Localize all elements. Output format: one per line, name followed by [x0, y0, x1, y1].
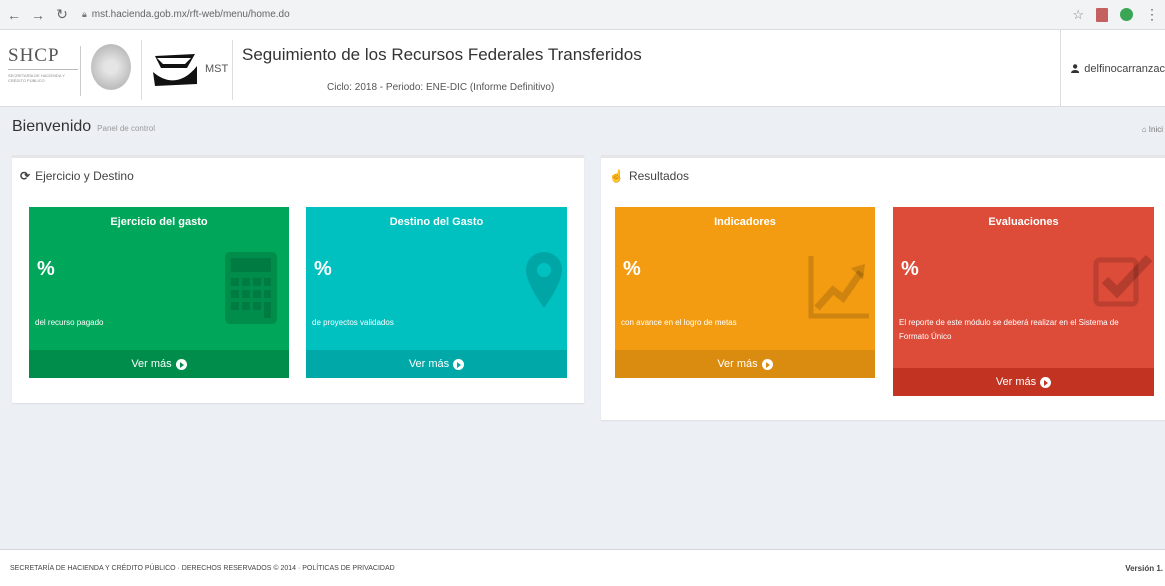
url-text: mst.hacienda.gob.mx/rft-web/menu/home.do — [91, 9, 290, 20]
calculator-icon — [225, 252, 277, 324]
page-footer: SECRETARÍA DE HACIENDA Y CRÉDITO PÚBLICO… — [0, 549, 1165, 586]
ver-mas-link[interactable]: Ver más — [615, 350, 875, 378]
home-icon: ⌂ — [1141, 125, 1147, 134]
tile-body: % del recurso pagado — [29, 238, 289, 350]
tile-percent: % — [314, 258, 332, 280]
mst-logo-icon — [153, 54, 197, 86]
thumbs-up-icon: ☝ — [609, 169, 624, 183]
address-bar[interactable]: 🔒︎ mst.hacienda.gob.mx/rft-web/menu/home… — [82, 9, 290, 20]
line-chart-icon — [808, 256, 869, 319]
tile-body: % con avance en el logro de metas — [615, 238, 875, 350]
user-menu[interactable]: delfinocarranzac — [1060, 30, 1165, 107]
content-header: Bienvenido Panel de control — [12, 118, 155, 136]
ver-mas-link[interactable]: Ver más — [306, 350, 567, 378]
ver-mas-link[interactable]: Ver más — [893, 368, 1154, 396]
bookmark-star-icon[interactable]: ☆ — [1072, 7, 1084, 23]
back-icon[interactable]: ← — [4, 7, 24, 23]
panel-header: ☝ Resultados — [609, 169, 689, 183]
tile-indicadores: Indicadores % con avance en el logro de … — [615, 207, 875, 378]
tile-title: Indicadores — [615, 207, 875, 238]
user-icon — [1071, 64, 1080, 74]
page-title: Bienvenido — [12, 118, 92, 135]
page-subtitle: Panel de control — [97, 124, 155, 133]
app-subtitle: Ciclo: 2018 - Periodo: ENE-DIC (Informe … — [327, 82, 555, 93]
footer-text: SECRETARÍA DE HACIENDA Y CRÉDITO PÚBLICO… — [10, 565, 395, 572]
app-title: Seguimiento de los Recursos Federales Tr… — [242, 45, 642, 64]
arrow-circle-right-icon — [175, 358, 187, 370]
tile-percent: % — [623, 258, 641, 280]
reload-icon[interactable]: ↻ — [52, 6, 72, 23]
tile-title: Destino del Gasto — [306, 207, 567, 238]
ver-mas-link[interactable]: Ver más — [29, 350, 289, 378]
tile-percent: % — [37, 258, 55, 280]
mexico-seal-icon — [91, 44, 131, 90]
extension-green-icon[interactable] — [1120, 8, 1133, 21]
browser-menu-icon[interactable]: ⋮ — [1145, 6, 1159, 23]
ejercicio-destino-panel: ⟳ Ejercicio y Destino Ejercicio del gast… — [12, 155, 584, 403]
refresh-icon: ⟳ — [20, 169, 31, 183]
app-header: SHCP SECRETARÍA DE HACIENDA Y CRÉDITO PÚ… — [0, 30, 1165, 107]
browser-toolbar: ← → ↻ 🔒︎ mst.hacienda.gob.mx/rft-web/men… — [0, 0, 1165, 30]
resultados-panel: ☝ Resultados Indicadores % con avance en… — [601, 155, 1165, 420]
arrow-circle-right-icon — [1040, 376, 1052, 388]
arrow-circle-right-icon — [761, 358, 773, 370]
extension-icon[interactable] — [1096, 7, 1108, 22]
tile-description: de proyectos validados — [312, 318, 394, 327]
check-square-icon — [1093, 254, 1153, 307]
mst-logo[interactable]: MST — [141, 40, 233, 100]
map-marker-icon — [526, 252, 562, 308]
tile-ejercicio-gasto: Ejercicio del gasto % del recurso pagado… — [29, 207, 289, 378]
shcp-logo: SHCP SECRETARÍA DE HACIENDA Y CRÉDITO PÚ… — [8, 45, 78, 83]
arrow-circle-right-icon — [453, 358, 465, 370]
tile-title: Ejercicio del gasto — [29, 207, 289, 238]
panel-header: ⟳ Ejercicio y Destino — [20, 169, 134, 183]
breadcrumb[interactable]: ⌂ Inici — [1142, 125, 1163, 134]
tile-body: % El reporte de este módulo se deberá re… — [893, 238, 1154, 368]
tile-percent: % — [901, 258, 919, 280]
tile-title: Evaluaciones — [893, 207, 1154, 238]
forward-icon[interactable]: → — [28, 7, 48, 23]
username: delfinocarranzac — [1084, 62, 1165, 75]
tile-evaluaciones: Evaluaciones % El reporte de este módulo… — [893, 207, 1154, 396]
version-label: Versión 1. — [1125, 564, 1163, 573]
lock-icon: 🔒︎ — [82, 9, 87, 19]
tile-body: % de proyectos validados — [306, 238, 567, 350]
tile-description: El reporte de este módulo se deberá real… — [899, 318, 1119, 341]
logo-divider — [80, 46, 81, 96]
tile-destino-gasto: Destino del Gasto % de proyectos validad… — [306, 207, 567, 378]
